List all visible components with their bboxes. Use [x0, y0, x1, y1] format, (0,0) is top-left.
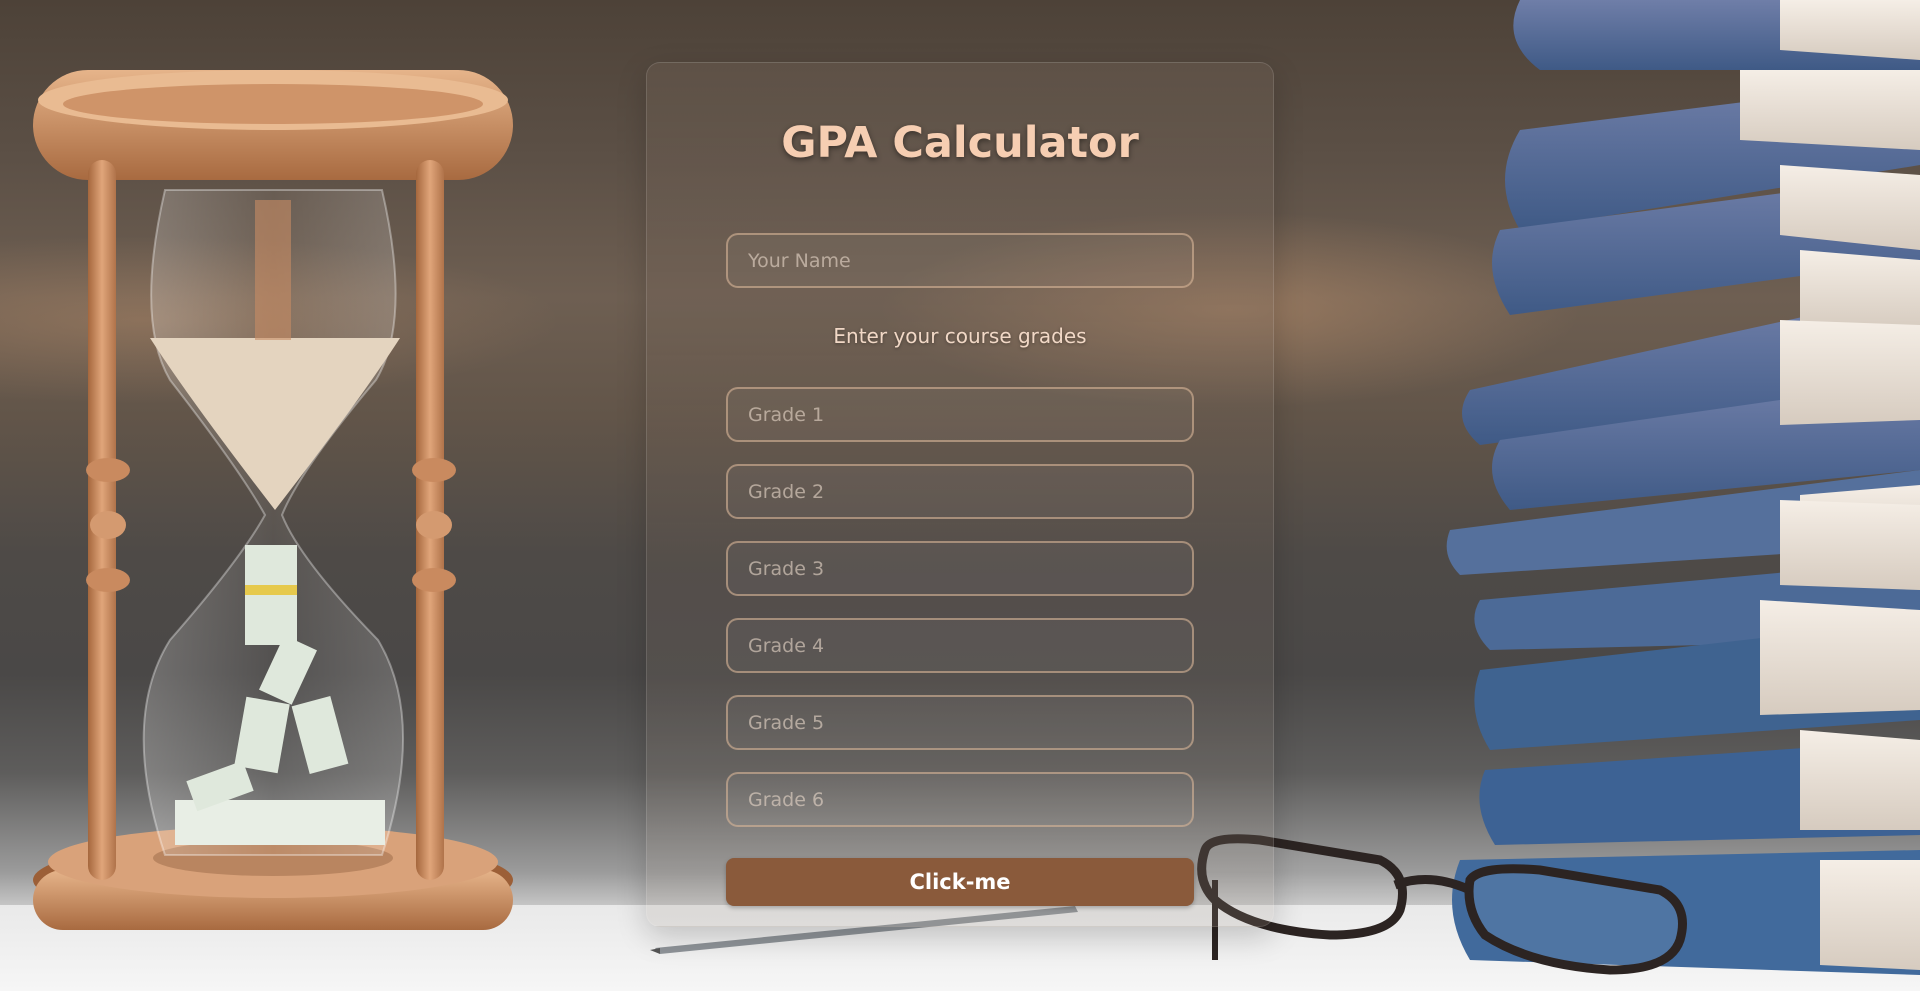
name-input[interactable]	[726, 233, 1194, 288]
hourglass-image	[33, 70, 513, 930]
grade-5-input[interactable]	[726, 695, 1194, 750]
grades-hint: Enter your course grades	[833, 324, 1087, 348]
grade-3-input[interactable]	[726, 541, 1194, 596]
page-title: GPA Calculator	[781, 118, 1139, 168]
grade-2-input[interactable]	[726, 464, 1194, 519]
grade-4-input[interactable]	[726, 618, 1194, 673]
submit-button[interactable]: Click-me	[726, 858, 1194, 906]
grade-6-input[interactable]	[726, 772, 1194, 827]
grade-1-input[interactable]	[726, 387, 1194, 442]
